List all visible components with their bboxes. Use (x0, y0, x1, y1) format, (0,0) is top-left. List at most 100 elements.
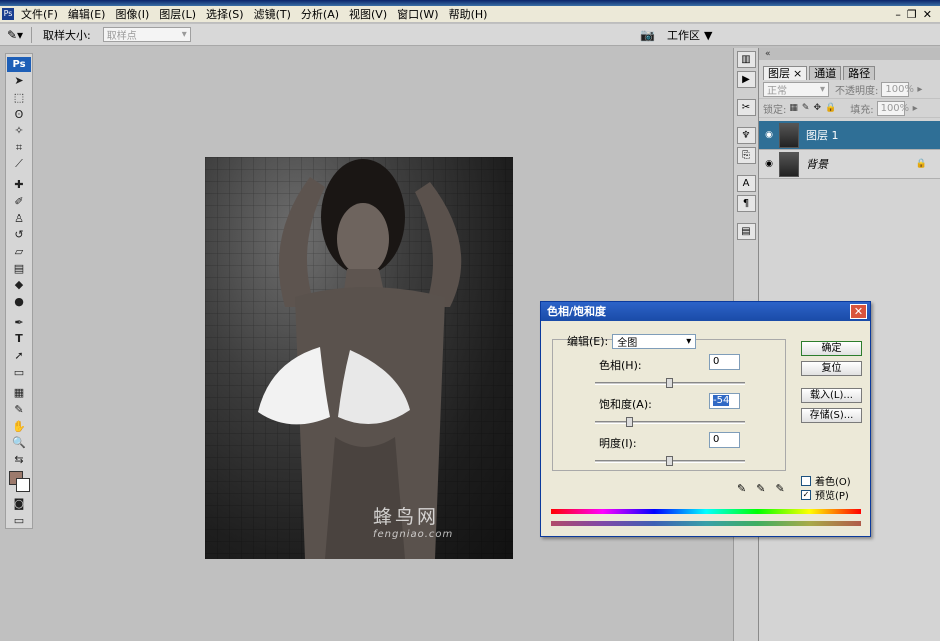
hue-slider[interactable] (595, 378, 745, 388)
preview-checkbox[interactable]: ✓ (801, 489, 811, 500)
menu-image[interactable]: 图像(I) (110, 7, 154, 22)
lightness-slider[interactable] (595, 456, 745, 466)
workspace-menu[interactable]: 工作区 ▼ (667, 26, 712, 44)
hand-tool-icon[interactable]: ✋ (8, 418, 30, 434)
history-brush-tool-icon[interactable]: ↺ (8, 227, 30, 243)
paragraph-panel-icon[interactable]: ¶ (736, 195, 756, 212)
reset-button[interactable]: 复位 (801, 361, 862, 376)
blend-mode-select[interactable]: 正常 ▾ (763, 81, 829, 97)
chevron-right-icon[interactable]: ▸ (917, 84, 922, 95)
saturation-slider-thumb[interactable] (626, 417, 633, 427)
close-icon[interactable]: × (793, 67, 802, 80)
hue-slider-thumb[interactable] (666, 378, 673, 388)
ok-button[interactable]: 确定 (801, 341, 862, 356)
sample-size-select[interactable]: 取样点 ▾ (102, 27, 191, 42)
menu-select[interactable]: 选择(S) (201, 7, 249, 22)
lock-pixels-icon[interactable]: ✎ (802, 103, 810, 113)
saturation-slider[interactable] (595, 417, 745, 427)
lightness-input[interactable]: 0 (709, 432, 740, 448)
edit-select[interactable]: 全图 ▾ (612, 333, 697, 349)
eraser-tool-icon[interactable]: ▱ (8, 244, 30, 260)
save-button[interactable]: 存储(S)... (801, 408, 862, 423)
lightness-slider-thumb[interactable] (666, 456, 673, 466)
color-swatches[interactable] (7, 469, 31, 494)
chevron-right-icon[interactable]: ▸ (913, 103, 918, 114)
document-canvas[interactable]: 蜂鸟网 fengniao.com (205, 157, 513, 559)
lasso-tool-icon[interactable]: ʘ (8, 106, 30, 122)
move-tool-icon[interactable]: ➤ (8, 73, 30, 89)
screen-mode-icon[interactable]: ▭ (8, 512, 30, 528)
background-color-swatch[interactable] (16, 478, 30, 493)
menu-bar: Ps 文件(F) 编辑(E) 图像(I) 图层(L) 选择(S) 滤镜(T) 分… (0, 6, 940, 23)
ps-badge[interactable]: Ps (7, 57, 31, 72)
magic-wand-tool-icon[interactable]: ✧ (8, 123, 30, 139)
character-panel-icon[interactable]: A (736, 175, 756, 192)
lock-all-icon[interactable]: 🔒 (825, 103, 836, 113)
eyedropper-plus-icon[interactable]: ✎ (756, 482, 765, 495)
opacity-input[interactable]: 100% (881, 81, 914, 97)
eyedropper-tool-icon[interactable]: ✎ (8, 402, 30, 418)
hue-input[interactable]: 0 (709, 354, 740, 370)
tab-channels-label: 通道 (814, 67, 837, 80)
brush-tool-icon[interactable]: ✐ (8, 194, 30, 210)
path-selection-tool-icon[interactable]: ➚ (8, 348, 30, 364)
notes-tool-icon[interactable]: ▦ (8, 385, 30, 401)
slice-tool-icon[interactable]: ⟋ (8, 156, 30, 172)
restore-icon[interactable]: ❐ (907, 8, 917, 21)
type-tool-icon[interactable]: T (8, 331, 30, 347)
tab-channels[interactable]: 通道 (809, 66, 842, 80)
layer-row-layer1[interactable]: ◉ 图层 1 (759, 121, 940, 150)
menu-analysis[interactable]: 分析(A) (296, 7, 344, 22)
eyedropper-minus-icon[interactable]: ✎ (775, 482, 784, 495)
menu-filter[interactable]: 滤镜(T) (249, 7, 296, 22)
chevron-down-icon: ▾ (181, 29, 187, 40)
close-icon[interactable]: ✕ (850, 304, 867, 319)
healing-brush-tool-icon[interactable]: ✚ (8, 177, 30, 193)
eyedropper-tool-preset-icon[interactable]: ✎▾ (4, 26, 26, 44)
menu-window[interactable]: 窗口(W) (392, 7, 443, 22)
quick-mask-icon[interactable]: ◙ (8, 496, 30, 512)
fill-input[interactable]: 100% (876, 100, 909, 116)
lock-transparent-icon[interactable]: ▦ (789, 103, 798, 113)
eye-icon[interactable]: ◉ (761, 130, 777, 140)
menu-file[interactable]: 文件(F) (16, 7, 63, 22)
layer-thumbnail (779, 122, 799, 148)
close-icon[interactable]: ✕ (923, 8, 932, 21)
info-panel-icon[interactable]: ▶ (736, 71, 756, 88)
blur-tool-icon[interactable]: ◆ (8, 277, 30, 293)
brushes-panel-icon[interactable]: ♆ (736, 127, 756, 144)
eyedropper-icon[interactable]: ✎ (737, 482, 746, 495)
gradient-tool-icon[interactable]: ▤ (8, 260, 30, 276)
colorize-option[interactable]: 着色(O) (801, 473, 851, 488)
load-button[interactable]: 载入(L)... (801, 388, 862, 403)
clone-source-icon[interactable]: ⎘ (736, 147, 756, 164)
lock-position-icon[interactable]: ✥ (813, 103, 821, 113)
menu-help[interactable]: 帮助(H) (444, 7, 493, 22)
tool-presets-icon[interactable]: ✂ (736, 99, 756, 116)
navigator-panel-icon[interactable]: ▥ (736, 51, 756, 68)
tab-layers[interactable]: 图层 × (763, 66, 808, 80)
bridge-icon[interactable]: 📷 (640, 28, 655, 42)
eye-icon[interactable]: ◉ (761, 159, 777, 169)
colorize-checkbox[interactable] (801, 475, 811, 486)
clone-stamp-tool-icon[interactable]: ♙ (8, 210, 30, 226)
layer-row-background[interactable]: ◉ 背景 🔒 (759, 150, 940, 179)
dialog-title-bar[interactable]: 色相/饱和度 ✕ (541, 302, 870, 321)
minimize-icon[interactable]: – (895, 8, 901, 21)
dodge-tool-icon[interactable]: ● (8, 294, 30, 310)
app-icon: Ps (2, 8, 14, 20)
panel-collapse-bar[interactable]: « (759, 48, 940, 60)
marquee-tool-icon[interactable]: ⬚ (8, 90, 30, 106)
menu-layer[interactable]: 图层(L) (154, 7, 201, 22)
zoom-tool-icon[interactable]: 🔍 (8, 435, 30, 451)
preview-option[interactable]: ✓ 预览(P) (801, 487, 849, 502)
shape-tool-icon[interactable]: ▭ (8, 364, 30, 380)
pen-tool-icon[interactable]: ✒ (8, 314, 30, 330)
saturation-input[interactable]: -54 (709, 393, 740, 409)
tab-paths[interactable]: 路径 (843, 66, 876, 80)
default-colors-icon[interactable]: ⇆ (8, 452, 30, 468)
menu-view[interactable]: 视图(V) (344, 7, 392, 22)
layer-comps-icon[interactable]: ▤ (736, 223, 756, 240)
menu-edit[interactable]: 编辑(E) (63, 7, 111, 22)
crop-tool-icon[interactable]: ⌗ (8, 140, 30, 156)
